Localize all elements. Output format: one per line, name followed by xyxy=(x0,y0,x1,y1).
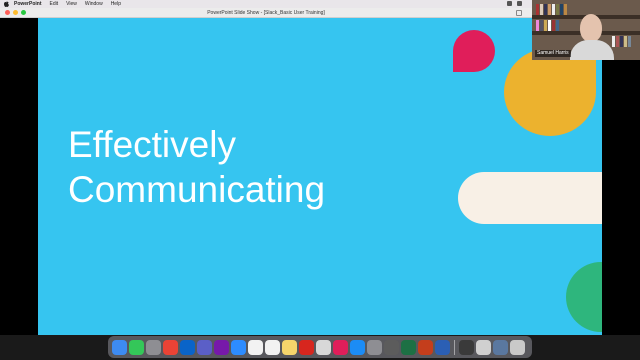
window-title-bar: PowerPoint Slide Show - [Slack_Basic Use… xyxy=(0,8,532,18)
powerpoint-icon[interactable] xyxy=(418,339,433,355)
window-controls xyxy=(5,10,26,15)
system-preferences-icon[interactable] xyxy=(367,339,382,355)
app-store-icon[interactable] xyxy=(350,339,365,355)
minimize-window-button[interactable] xyxy=(13,10,18,15)
cream-decorative-pill xyxy=(458,172,602,224)
notes-icon[interactable] xyxy=(282,339,297,355)
participant-name-label: Samuel Harris xyxy=(535,50,571,57)
calendar-icon[interactable] xyxy=(248,339,263,355)
dock xyxy=(108,336,532,358)
slide-title-line-2: Communicating xyxy=(68,169,326,210)
green-decorative-circle xyxy=(566,262,602,332)
yellow-decorative-shape xyxy=(504,48,596,136)
outlook-icon[interactable] xyxy=(180,339,195,355)
red-decorative-shape xyxy=(453,30,495,72)
status-icon[interactable] xyxy=(507,1,512,6)
finder-icon[interactable] xyxy=(112,339,127,355)
slide-title-line-1: Effectively xyxy=(68,124,236,165)
status-icon[interactable] xyxy=(517,1,522,6)
webcam-video-overlay[interactable]: Samuel Harris xyxy=(532,0,640,60)
bookshelf xyxy=(536,4,567,15)
onenote-icon[interactable] xyxy=(214,339,229,355)
close-window-button[interactable] xyxy=(5,10,10,15)
reminders-icon[interactable] xyxy=(265,339,280,355)
photo-app-icon[interactable] xyxy=(316,339,331,355)
menu-bar-status-icons xyxy=(507,1,522,6)
teams-icon[interactable] xyxy=(197,339,212,355)
menu-item-edit[interactable]: Edit xyxy=(50,0,59,8)
dock-separator xyxy=(454,339,455,355)
acrobat-icon[interactable] xyxy=(299,339,314,355)
launchpad-icon[interactable] xyxy=(146,339,161,355)
bookshelf xyxy=(612,36,631,47)
disk-utility-icon[interactable] xyxy=(384,339,399,355)
window-title: PowerPoint Slide Show - [Slack_Basic Use… xyxy=(207,9,325,16)
menu-item-view[interactable]: View xyxy=(66,0,77,8)
slack-red-icon[interactable] xyxy=(333,339,348,355)
apple-menu-icon[interactable] xyxy=(4,1,9,7)
excel-icon[interactable] xyxy=(401,339,416,355)
zoom-icon[interactable] xyxy=(231,339,246,355)
presenter-body xyxy=(570,40,614,60)
bookshelf xyxy=(536,20,559,31)
chrome-icon[interactable] xyxy=(163,339,178,355)
documents-stack-icon[interactable] xyxy=(493,339,508,355)
word-icon[interactable] xyxy=(435,339,450,355)
downloads-stack-icon[interactable] xyxy=(476,339,491,355)
menu-item-help[interactable]: Help xyxy=(111,0,121,8)
messages-icon[interactable] xyxy=(129,339,144,355)
fullscreen-icon[interactable] xyxy=(516,10,522,16)
menu-item-powerpoint[interactable]: PowerPoint xyxy=(14,0,42,8)
trash-icon[interactable] xyxy=(510,339,525,355)
slide-title: Effectively Communicating xyxy=(68,122,325,212)
preview-window-icon[interactable] xyxy=(459,339,474,355)
maximize-window-button[interactable] xyxy=(21,10,26,15)
right-black-margin xyxy=(602,60,640,335)
presenter-face xyxy=(580,14,602,42)
menu-item-window[interactable]: Window xyxy=(85,0,103,8)
slide[interactable]: Effectively Communicating xyxy=(38,18,602,335)
